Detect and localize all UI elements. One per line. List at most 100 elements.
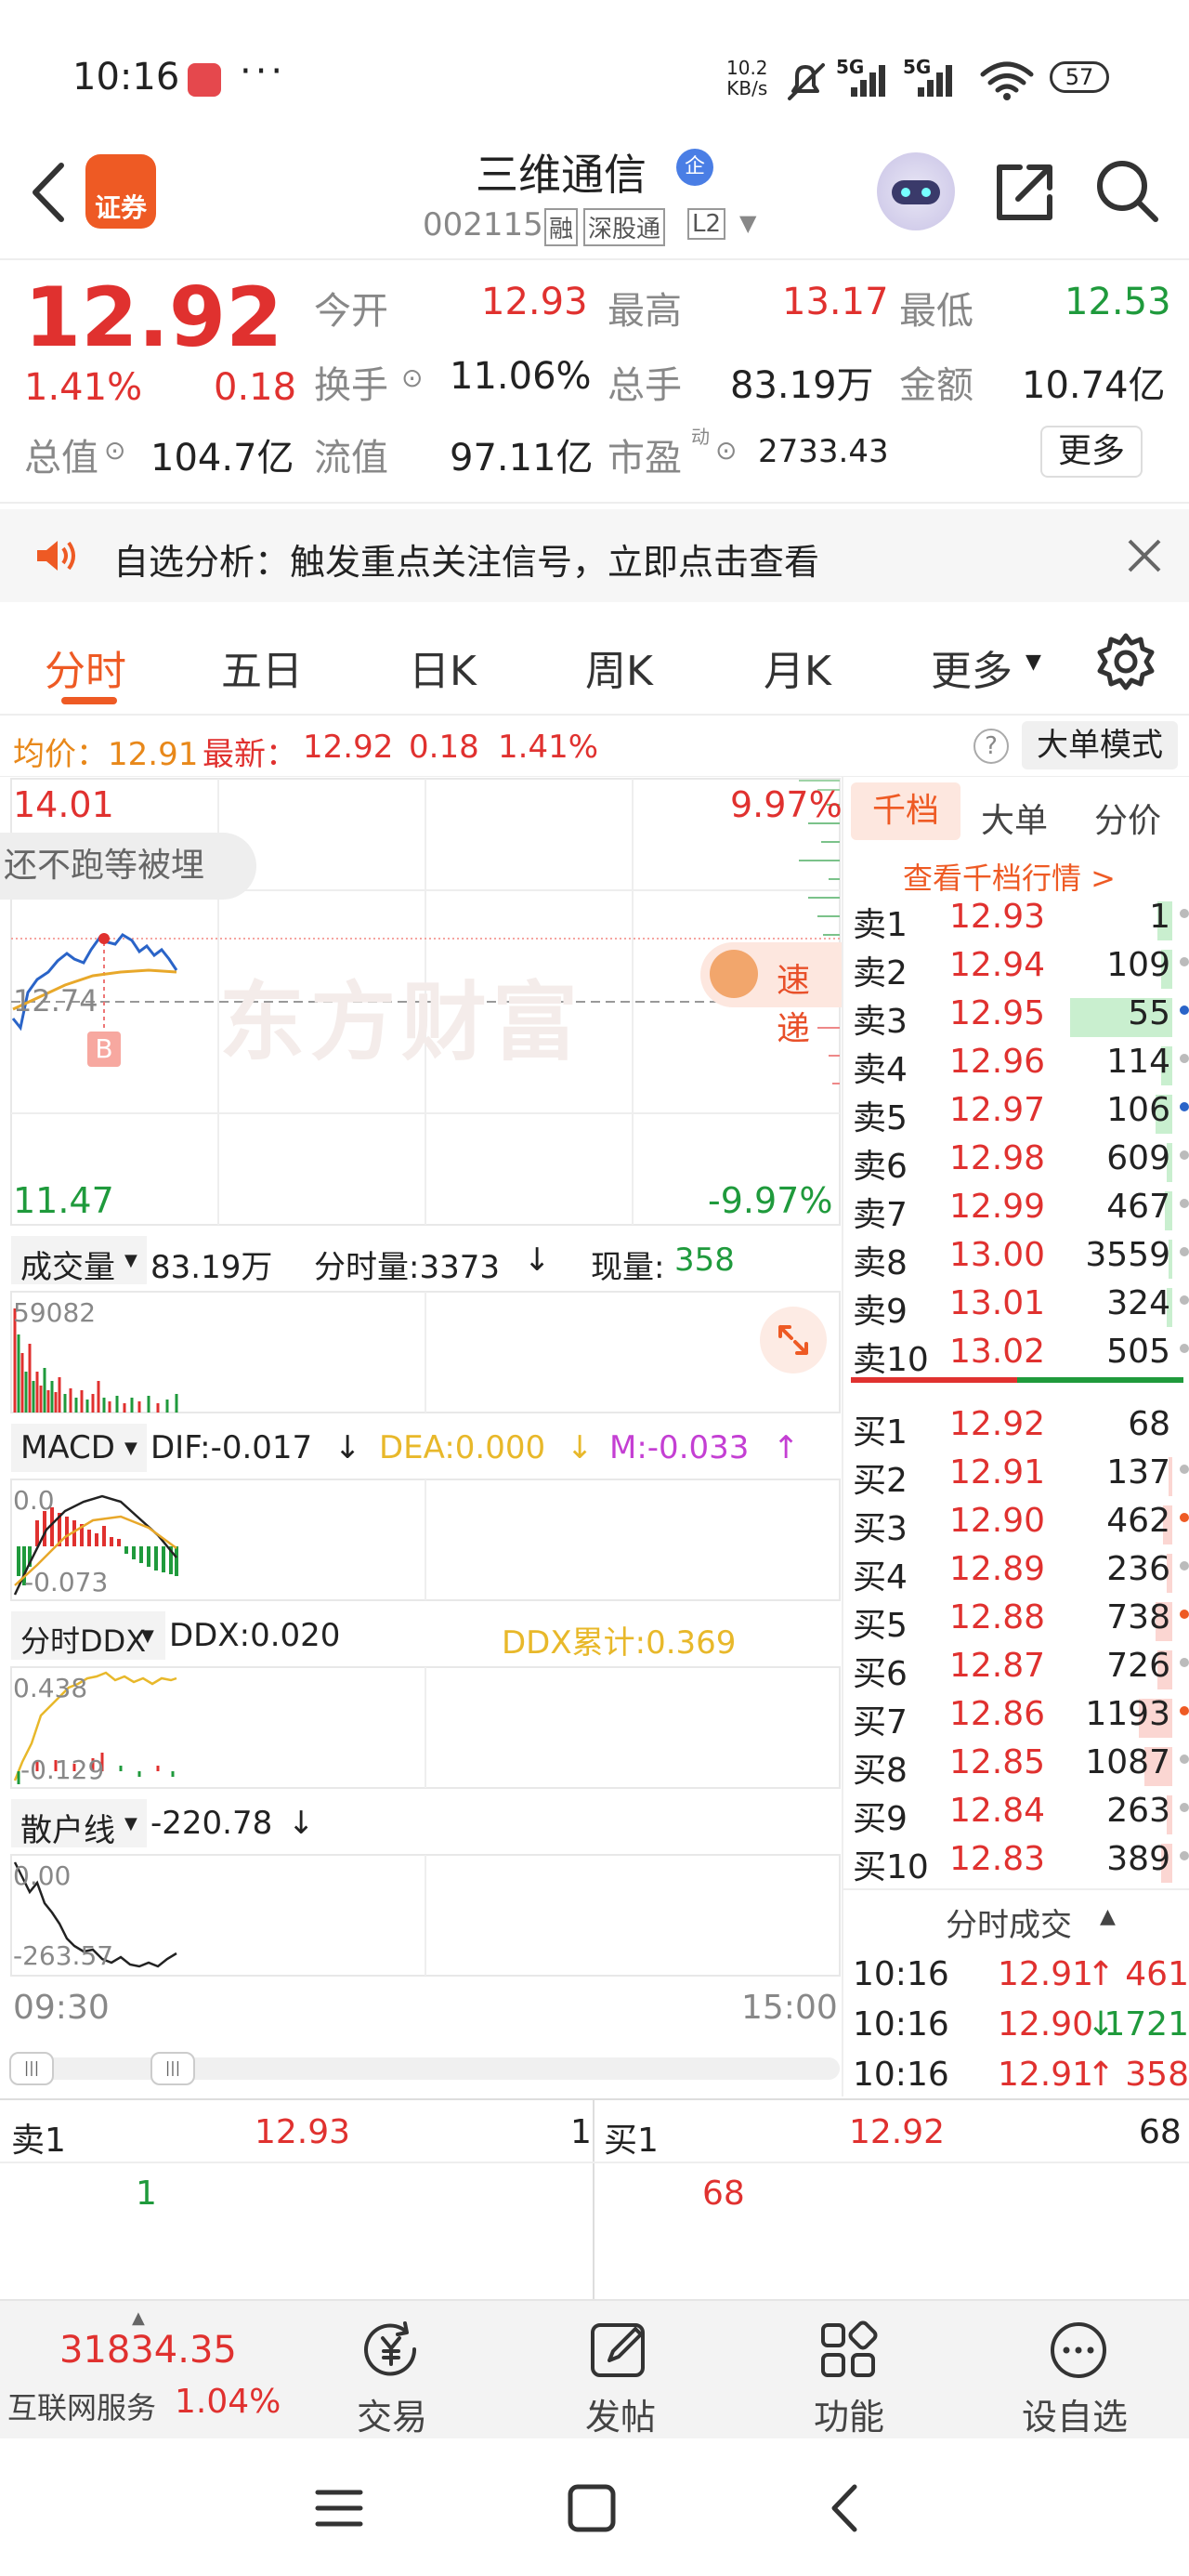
info-icon[interactable]: ⊙	[104, 435, 125, 466]
tab-five-day[interactable]: 五日	[221, 637, 303, 697]
macd-indicator-select[interactable]: MACD ▼	[11, 1424, 147, 1472]
bid-row[interactable]: 买5 12.88 738	[851, 1598, 1189, 1647]
tab-monthly-k[interactable]: 月K	[764, 637, 831, 697]
order-dot-icon	[1180, 1706, 1189, 1715]
bid-price: 12.92	[949, 1405, 1046, 1443]
buy-marker[interactable]: B	[87, 1032, 121, 1067]
app-logo[interactable]: 证券	[85, 154, 156, 229]
avg-price: 均价：12.91	[13, 736, 199, 773]
ask-row[interactable]: 卖3 12.95 55	[851, 994, 1189, 1043]
assistant-avatar[interactable]	[877, 152, 955, 230]
y-axis-top-price: 14.01	[13, 784, 114, 825]
ask-row[interactable]: 卖10 13.02 505	[851, 1333, 1189, 1381]
index-up-icon: ▲	[132, 2308, 145, 2328]
index-value[interactable]: 31834.35	[59, 2329, 237, 2372]
trades-title[interactable]: 分时成交	[946, 1899, 1072, 1945]
settings-gear-icon[interactable]	[1096, 632, 1156, 691]
ddx-indicator-select[interactable]: 分时DDX ▼	[11, 1611, 165, 1660]
ask-volume: 467	[1106, 1188, 1170, 1226]
tab-weekly-k[interactable]: 周K	[585, 637, 653, 697]
volume-indicator-select[interactable]: 成交量 ▼	[11, 1236, 147, 1286]
tab-more-caret-icon: ▼	[1026, 651, 1041, 674]
tab-big-order[interactable]: 大单	[981, 794, 1048, 842]
post-button[interactable]: 发帖	[572, 2301, 665, 2440]
trade-button[interactable]: 交易	[344, 2301, 437, 2440]
trade-volume: 358	[1125, 2056, 1189, 2094]
scroll-handle-left[interactable]: |||	[9, 2052, 54, 2085]
dropdown-icon[interactable]: ▼	[739, 210, 756, 236]
bid-row[interactable]: 买4 12.89 236	[851, 1550, 1189, 1598]
big-order-mode-button[interactable]: 大单模式	[1022, 721, 1178, 769]
ref-price-label: 12.74	[13, 983, 98, 1019]
bid-price: 12.85	[949, 1743, 1046, 1781]
bid-row[interactable]: 买3 12.90 462	[851, 1502, 1189, 1550]
change-percent: 1.41%	[24, 366, 143, 409]
ask-level-label: 卖8	[853, 1244, 908, 1282]
danmaku-overlay[interactable]: 还不跑等被埋	[0, 833, 256, 900]
pe-info-icon[interactable]: ⊙	[715, 435, 737, 466]
menu-icon[interactable]	[314, 2485, 364, 2531]
bid1-volume: 68	[1139, 2113, 1182, 2151]
ask-row[interactable]: 卖8 13.00 3559	[851, 1236, 1189, 1284]
ask-row[interactable]: 卖6 12.98 609	[851, 1139, 1189, 1188]
order-dot-icon	[1180, 1803, 1189, 1812]
tab-depth[interactable]: 千档	[851, 782, 960, 840]
tab-intraday[interactable]: 分时	[45, 637, 126, 697]
order-dot-icon	[1180, 957, 1189, 966]
ask-volume: 609	[1106, 1139, 1170, 1177]
function-button[interactable]: 功能	[801, 2301, 894, 2440]
back-arrow-icon[interactable]	[26, 160, 72, 225]
trades-collapse-icon[interactable]: ▲	[1100, 1905, 1116, 1928]
trade-time: 10:16	[853, 1955, 949, 1993]
volume-value: 83.19万	[730, 364, 874, 407]
add-watchlist-button[interactable]: 设自选	[1018, 2301, 1139, 2440]
bid-row[interactable]: 买7 12.86 1193	[851, 1695, 1189, 1743]
speed-news-pill[interactable]: 速递	[700, 942, 842, 1048]
tab-daily-k[interactable]: 日K	[409, 637, 477, 697]
ask-row[interactable]: 卖1 12.93 1	[851, 898, 1189, 946]
index-name[interactable]: 互联网服务	[7, 2385, 156, 2427]
trade-time: 10:16	[853, 2005, 949, 2044]
retail-indicator-select[interactable]: 散户线 ▼	[11, 1799, 147, 1849]
bid-row[interactable]: 买2 12.91 137	[851, 1453, 1189, 1502]
bid-row[interactable]: 买10 12.83 389	[851, 1840, 1189, 1888]
ask-level-label: 卖3	[853, 1003, 908, 1041]
amount-value: 10.74亿	[1022, 364, 1166, 407]
mktcap-value: 104.7亿	[150, 437, 294, 480]
ddx-value: DDX:0.020	[169, 1617, 341, 1654]
home-icon[interactable]	[567, 2483, 617, 2533]
expand-icon[interactable]	[760, 1307, 827, 1373]
ask1-volume: 1	[570, 2113, 592, 2151]
search-icon[interactable]	[1094, 158, 1161, 225]
more-button[interactable]: 更多	[1040, 426, 1143, 478]
back-icon[interactable]	[825, 2481, 862, 2535]
analysis-banner[interactable]: 自选分析：触发重点关注信号，立即点击查看	[0, 509, 1189, 602]
turnover-info-icon[interactable]: ⊙	[401, 362, 423, 393]
retail-caret-icon: ▼	[124, 1814, 137, 1833]
banner-text: 自选分析：触发重点关注信号，立即点击查看	[113, 542, 820, 583]
bid-price: 12.87	[949, 1647, 1046, 1685]
enterprise-badge: 企	[676, 149, 713, 186]
ask-row[interactable]: 卖2 12.94 109	[851, 946, 1189, 994]
scroll-handle-right[interactable]: |||	[150, 2052, 195, 2085]
depth-link[interactable]: 查看千档行情 >	[903, 855, 1116, 898]
bid-row[interactable]: 买9 12.84 263	[851, 1792, 1189, 1840]
ddx-sum: DDX累计:0.369	[502, 1624, 737, 1662]
bid-row[interactable]: 买8 12.85 1087	[851, 1743, 1189, 1792]
ask-row[interactable]: 卖7 12.99 467	[851, 1188, 1189, 1236]
volume-label: 总手	[608, 364, 682, 407]
ddx-bottom-label: -0.129	[20, 1755, 105, 1785]
close-icon[interactable]	[1124, 535, 1165, 576]
ask-row[interactable]: 卖9 13.01 324	[851, 1284, 1189, 1333]
help-icon[interactable]: ?	[973, 729, 1009, 764]
time-scrollbar[interactable]: ||| |||	[9, 2052, 840, 2085]
bid-row[interactable]: 买6 12.87 726	[851, 1647, 1189, 1695]
share-icon[interactable]	[992, 158, 1059, 225]
tab-price-dist[interactable]: 分价	[1094, 794, 1161, 842]
ask-row[interactable]: 卖5 12.97 106	[851, 1091, 1189, 1139]
latest-label: 最新：	[203, 736, 297, 773]
ask-row[interactable]: 卖4 12.96 114	[851, 1043, 1189, 1091]
latest-pct: 1.41%	[498, 729, 599, 766]
bid-row[interactable]: 买1 12.92 68	[851, 1405, 1189, 1453]
tab-more[interactable]: 更多	[931, 637, 1013, 697]
